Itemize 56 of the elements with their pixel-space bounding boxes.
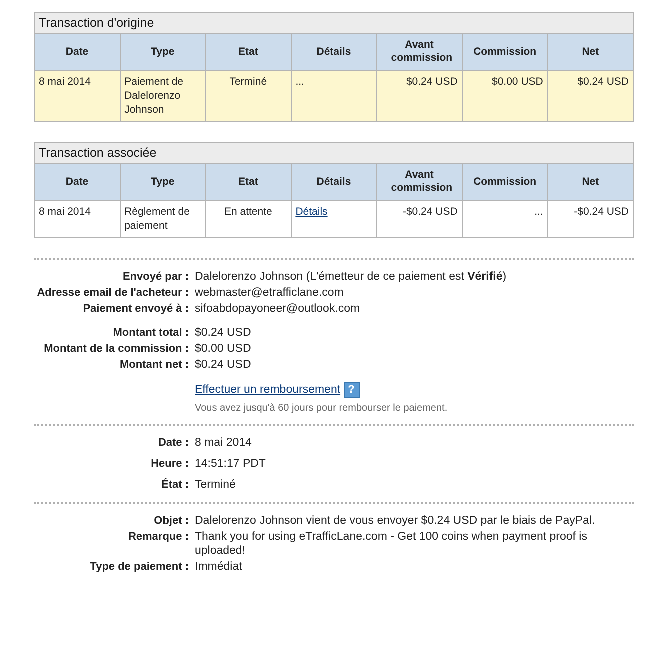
field-label: Adresse email de l'acheteur : — [36, 286, 189, 300]
field-label: Montant de la commission : — [43, 342, 189, 356]
table-cell: ... — [462, 200, 548, 238]
table-cell: Paiement de Dalelorenzo Johnson — [120, 70, 206, 122]
table-cell: $0.24 USD — [376, 70, 462, 122]
field-value: $0.24 USD — [195, 326, 252, 340]
table-title: Transaction associée — [34, 142, 634, 164]
column-header: Détails — [291, 34, 377, 70]
refund-link[interactable]: Effectuer un remboursement — [195, 384, 341, 396]
field-value: $0.24 USD — [195, 358, 252, 372]
column-header: Net — [548, 34, 634, 70]
field-value: Terminé — [195, 478, 237, 492]
table-cell: En attente — [206, 200, 292, 238]
field-value: $0.00 USD — [195, 342, 252, 356]
column-header: Date — [34, 34, 120, 70]
column-header: Date — [34, 164, 120, 200]
field-label: Envoyé par : — [122, 270, 189, 284]
field-value: 14:51:17 PDT — [195, 457, 267, 471]
column-header: Type — [120, 34, 206, 70]
field-label: Montant net : — [118, 358, 189, 372]
field-label: Objet : — [153, 514, 189, 528]
field-label: Paiement envoyé à : — [82, 302, 189, 316]
table-cell: -$0.24 USD — [376, 200, 462, 238]
field-label: État : — [160, 478, 189, 492]
field-value: webmaster@etrafficlane.com — [195, 286, 345, 300]
column-header: Type — [120, 164, 206, 200]
field-value: Dalelorenzo Johnson (L'émetteur de ce paiement est Vérifié) — [195, 270, 508, 284]
refund-note: Vous avez jusqu'à 60 jours pour rembourser le paiement. — [195, 403, 449, 414]
field-label: Montant total : — [112, 326, 189, 340]
table-cell: Règlement de paiement — [120, 200, 206, 238]
table-cell: 8 mai 2014 — [34, 200, 120, 238]
field-value: sifoabdopayoneer@outlook.com — [195, 302, 362, 316]
details-link[interactable]: Détails — [296, 206, 328, 218]
table-cell: $0.24 USD — [548, 70, 634, 122]
column-header: Détails — [291, 164, 377, 200]
table-cell: ... — [291, 70, 377, 122]
table-cell: Terminé — [206, 70, 292, 122]
column-header: Avant commission — [376, 164, 462, 200]
column-header: Net — [548, 164, 634, 200]
column-header: Commission — [462, 34, 548, 70]
field-value: 8 mai 2014 — [195, 436, 253, 450]
field-label: Type de paiement : — [89, 560, 189, 574]
column-header: Commission — [462, 164, 548, 200]
field-value: Immédiat — [195, 560, 244, 574]
column-header: Etat — [206, 34, 292, 70]
field-value: Thank you for using eTrafficLane.com - Get 100 coins when payment proof is uploaded! — [195, 530, 588, 558]
table-cell: 8 mai 2014 — [34, 70, 120, 122]
field-label: Remarque : — [127, 530, 189, 545]
column-header: Avant commission — [376, 34, 462, 70]
table-cell: $0.00 USD — [462, 70, 548, 122]
field-label: Date : — [157, 436, 189, 450]
field-label: Heure : — [150, 457, 189, 471]
field-value: Dalelorenzo Johnson vient de vous envoyer $0.24 USD par le biais de PayPal. — [195, 514, 596, 528]
table-title: Transaction d'origine — [34, 12, 634, 34]
column-header: Etat — [206, 164, 292, 200]
table-cell: -$0.24 USD — [548, 200, 634, 238]
